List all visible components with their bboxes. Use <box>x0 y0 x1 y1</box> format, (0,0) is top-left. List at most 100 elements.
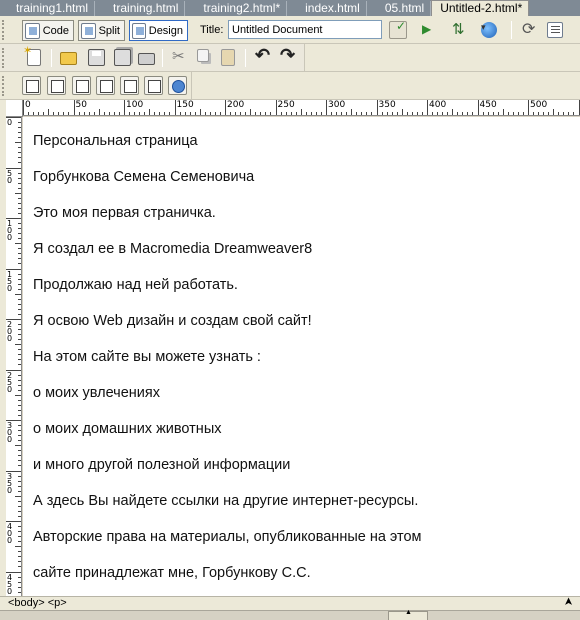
ruler-tick <box>93 112 95 115</box>
tab-training2[interactable]: training2.html* <box>185 1 288 16</box>
toolbar-grip[interactable] <box>2 20 6 40</box>
toolbar-grip[interactable] <box>2 48 6 68</box>
ruler-tick <box>300 109 302 115</box>
expand-panel-button[interactable] <box>388 609 428 620</box>
ruler-tick <box>507 112 509 115</box>
ruler-tick <box>270 112 272 115</box>
print-media-icon[interactable] <box>47 76 66 95</box>
horizontal-ruler[interactable]: 0501001502002503003504004505005 <box>6 100 580 116</box>
ruler-tick <box>189 112 191 115</box>
ruler-tick <box>139 112 141 115</box>
tab-training[interactable]: training.html <box>95 1 186 16</box>
code-view-button[interactable]: Code <box>22 20 74 41</box>
paragraph[interactable]: Это моя первая страничка. <box>33 205 216 221</box>
paragraph[interactable]: А здесь Вы найдете ссылки на другие инте… <box>33 493 418 509</box>
ruler-tick <box>18 536 21 538</box>
ruler-tick <box>487 112 489 115</box>
ruler-tick <box>18 379 21 381</box>
ruler-tick <box>528 100 529 115</box>
vertical-ruler[interactable]: 0 50 100 150 200 250 300 350 400 450 <box>6 116 22 596</box>
screen-media-icon[interactable] <box>22 76 41 95</box>
browser-check-icon[interactable] <box>420 21 438 39</box>
undo-icon[interactable] <box>255 45 272 66</box>
tab-index[interactable]: index.html <box>287 1 367 16</box>
print-code-icon[interactable] <box>138 53 155 65</box>
ruler-tick <box>18 465 21 467</box>
paragraph[interactable]: Авторские права на материалы, опубликова… <box>33 529 422 545</box>
new-document-icon[interactable] <box>23 44 41 66</box>
design-view-canvas[interactable]: Персональная страница Горбункова Семена С… <box>23 117 580 596</box>
ruler-tick <box>18 526 21 528</box>
ruler-tick <box>457 112 459 115</box>
paragraph[interactable]: о моих домашних животных <box>33 421 222 437</box>
paragraph[interactable]: Я создал ее в Macromedia Dreamweaver8 <box>33 241 312 257</box>
toggle-css-styles-icon[interactable] <box>168 76 187 95</box>
ruler-tick <box>18 202 21 204</box>
validate-markup-icon[interactable] <box>389 19 407 39</box>
ruler-tick <box>18 329 21 331</box>
open-folder-icon[interactable] <box>60 52 77 65</box>
ruler-tick <box>18 414 21 416</box>
ruler-tick <box>18 450 21 452</box>
paragraph[interactable]: Персональная страница <box>33 133 198 149</box>
ruler-tick <box>164 112 166 115</box>
ruler-tick <box>18 273 21 275</box>
tag-selector[interactable]: <body> <p> <box>8 597 67 609</box>
preview-in-browser-icon[interactable] <box>481 22 497 38</box>
handheld-media-icon[interactable] <box>72 76 91 95</box>
ruler-tick <box>391 112 393 115</box>
ruler-tick <box>18 172 21 174</box>
copy-icon[interactable] <box>197 49 209 62</box>
projection-media-icon[interactable] <box>96 76 115 95</box>
tv-media-icon[interactable] <box>144 76 163 95</box>
ruler-tick <box>18 515 21 517</box>
ruler-tick <box>346 112 348 115</box>
save-all-icon[interactable] <box>114 49 131 66</box>
toolbar-grip[interactable] <box>2 76 6 96</box>
paragraph[interactable]: Горбункова Семена Семеновича <box>33 169 254 185</box>
ruler-tick <box>18 460 21 462</box>
ruler-tick <box>219 112 221 115</box>
cut-icon[interactable] <box>171 47 188 66</box>
split-view-button[interactable]: Split <box>78 20 125 41</box>
select-tool-icon[interactable] <box>562 598 576 610</box>
save-icon[interactable] <box>88 49 105 66</box>
design-view-button[interactable]: Design <box>129 20 188 41</box>
tty-media-icon[interactable] <box>120 76 139 95</box>
ruler-tick <box>477 100 479 115</box>
ruler-tick <box>462 112 464 115</box>
paragraph[interactable]: Продолжаю над ней работать. <box>33 277 238 293</box>
style-rendering-toolbar <box>0 72 580 100</box>
ruler-origin[interactable] <box>6 100 23 117</box>
ruler-tick <box>154 112 156 115</box>
ruler-tick <box>18 404 21 406</box>
paragraph[interactable]: Я освою Web дизайн и создам свой сайт! <box>33 313 312 329</box>
tab-training1[interactable]: training1.html <box>0 1 96 16</box>
ruler-tick <box>18 455 21 457</box>
paste-icon[interactable] <box>221 49 235 66</box>
tab-untitled-2[interactable]: Untitled-2.html* <box>431 0 530 16</box>
properties-panel-bar <box>0 609 580 620</box>
tab-05[interactable]: 05.html <box>367 1 432 16</box>
ruler-tick <box>235 112 237 115</box>
refresh-design-view-icon[interactable] <box>520 19 538 39</box>
ruler-tick <box>18 566 21 568</box>
ruler-tick <box>103 112 105 115</box>
ruler-label: 100 <box>126 100 144 110</box>
redo-icon[interactable] <box>280 45 297 66</box>
paragraph[interactable]: о моих увлечениях <box>33 385 160 401</box>
ruler-tick <box>18 505 21 507</box>
file-management-icon[interactable] <box>450 20 468 39</box>
toolbar-separator <box>245 49 246 67</box>
ruler-tick <box>432 112 434 115</box>
ruler-tick <box>33 112 35 115</box>
ruler-tick <box>18 510 21 512</box>
paragraph[interactable]: На этом сайте вы можете узнать : <box>33 349 261 365</box>
view-options-icon[interactable] <box>547 22 563 38</box>
paragraph[interactable]: и много другой полезной информации <box>33 457 290 473</box>
document-title-input[interactable] <box>228 20 382 39</box>
ruler-tick <box>553 109 555 115</box>
ruler-tick <box>43 112 45 115</box>
paragraph[interactable]: сайте принадлежат мне, Горбункову С.С. <box>33 565 311 581</box>
ruler-tick <box>18 182 21 184</box>
